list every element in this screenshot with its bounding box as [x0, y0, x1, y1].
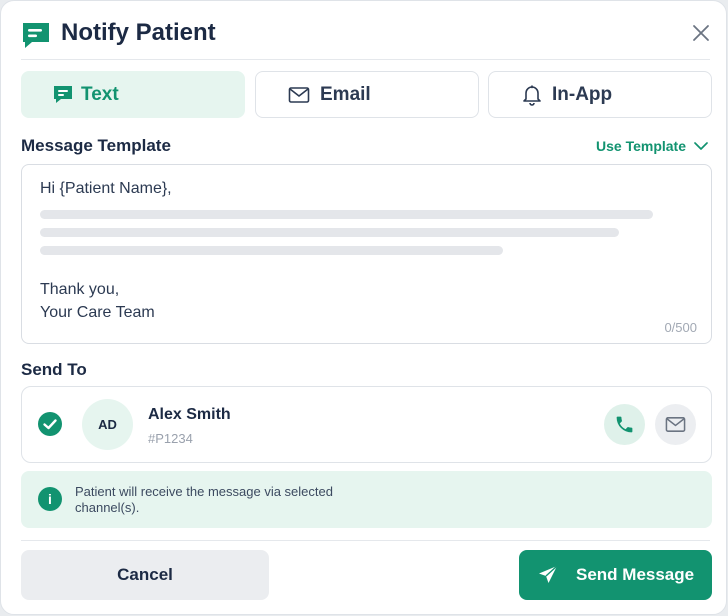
recipient-id: #P1234 [148, 431, 193, 446]
tab-in-app[interactable]: In-App [488, 71, 712, 118]
use-template-label: Use Template [596, 138, 686, 154]
placeholder-line [40, 210, 653, 219]
message-greeting: Hi {Patient Name}, [40, 180, 172, 197]
use-template-dropdown[interactable]: Use Template [596, 138, 708, 154]
chevron-down-icon [694, 142, 708, 150]
info-banner: i Patient will receive the message via s… [21, 471, 712, 528]
check-icon [43, 419, 57, 430]
tab-label: In-App [552, 84, 613, 105]
cancel-button[interactable]: Cancel [21, 550, 269, 600]
info-text: Patient will receive the message via sel… [75, 484, 333, 515]
dialog-header: Notify Patient [21, 18, 712, 48]
dialog-title: Notify Patient [61, 19, 216, 46]
template-label: Message Template [21, 136, 171, 155]
send-message-label: Send Message [576, 565, 695, 584]
placeholder-line [40, 246, 503, 255]
tab-label: Text [81, 84, 119, 105]
placeholder-line [40, 228, 619, 237]
message-textarea[interactable]: Hi {Patient Name}, Thank you, Your Care … [21, 164, 712, 344]
avatar: AD [82, 399, 133, 450]
bell-icon [523, 85, 541, 106]
close-icon[interactable] [690, 22, 712, 44]
footer-divider [21, 540, 710, 541]
info-icon: i [38, 487, 62, 511]
phone-icon [616, 416, 633, 433]
recipient-checkbox[interactable] [38, 412, 62, 436]
mail-icon [288, 87, 310, 103]
mail-icon [665, 417, 686, 432]
recipient-name: Alex Smith [148, 406, 231, 423]
header-divider [21, 59, 710, 60]
recipient-card[interactable]: AD Alex Smith #P1234 [21, 386, 712, 463]
tab-email[interactable]: Email [255, 71, 479, 118]
send-message-button[interactable]: Send Message [519, 550, 712, 600]
tab-label: Email [320, 84, 371, 105]
send-to-label: Send To [21, 360, 87, 379]
phone-channel-button[interactable] [604, 404, 645, 445]
email-channel-button[interactable] [655, 404, 696, 445]
message-icon [23, 23, 49, 48]
notify-patient-dialog: Notify Patient Text Email In-App Message… [0, 0, 727, 615]
message-signoff: Thank you, [40, 281, 120, 298]
character-counter: 0/500 [664, 320, 697, 335]
send-icon [539, 565, 558, 583]
message-signature: Your Care Team [40, 304, 155, 321]
message-icon [54, 86, 72, 103]
tab-text[interactable]: Text [21, 71, 245, 118]
